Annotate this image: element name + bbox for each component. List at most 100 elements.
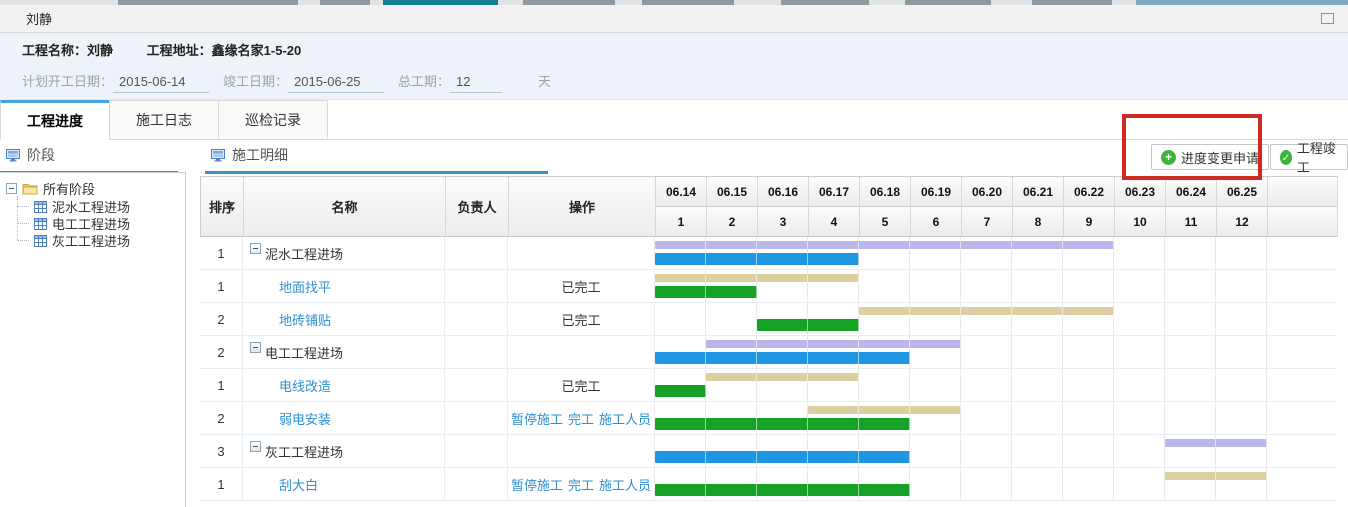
row-ops [508,336,655,368]
tree-item-1[interactable]: 泥水工程进场 [33,198,185,215]
gantt-row-cell [655,237,1267,269]
dialog-title: 刘静 [26,9,52,28]
finish-date-label: 竣工日期： [223,71,288,93]
row-name-cell: 刮大白 [243,468,445,500]
finish-date-field[interactable]: 2015-06-25 [288,74,384,93]
gantt-date-cell: 06.16 [758,177,809,207]
gantt-date-cell: 06.18 [860,177,911,207]
row-order: 1 [200,270,243,302]
row-name-cell: 泥水工程进场 [243,237,445,269]
restore-box-icon[interactable] [1321,13,1334,24]
table-row: 2地砖铺贴已完工 [200,303,1337,336]
project-name-value: 刘静 [87,43,113,58]
gantt-daynum-cell: 1 [656,207,707,237]
tab-3[interactable]: 巡检记录 [218,100,328,140]
table-row: 1电线改造已完工 [200,369,1337,402]
tab-1[interactable]: 工程进度 [0,100,110,140]
row-order: 2 [200,303,243,335]
tab-2[interactable]: 施工日志 [109,100,219,140]
op-link[interactable]: 完工 [568,475,594,494]
background-tab-fragment [1032,0,1112,5]
row-owner [445,402,508,434]
section-header-row: 阶段 施工明细 进度变更申请 工程竣工 [0,140,1348,172]
table-body: 1泥水工程进场1地面找平已完工2地砖铺贴已完工2电工工程进场1电线改造已完工2弱… [200,237,1337,501]
row-owner [445,270,508,302]
collapse-minus-icon[interactable] [250,441,261,452]
task-name-link[interactable]: 刮大白 [279,475,318,494]
dialog-window: 刘静 工程名称：刘静 工程地址：鑫缘名家1-5-20 计划开工日期： 2015-… [0,0,1348,507]
row-owner [445,303,508,335]
table-row: 2电工工程进场 [200,336,1337,369]
actual-bar [655,253,859,265]
gantt-daynum-cell: 9 [1064,207,1115,237]
op-link[interactable]: 施工人员 [599,409,651,428]
row-order: 1 [200,468,243,500]
gantt-date-cell: 06.15 [707,177,758,207]
op-link[interactable]: 完工 [568,409,594,428]
background-tab-fragment [118,0,298,5]
collapse-minus-icon[interactable] [250,243,261,254]
duration-field[interactable]: 12 [450,74,502,93]
row-name-cell: 地面找平 [243,270,445,302]
collapse-minus-icon[interactable] [6,183,17,194]
tree-root-item[interactable]: 所有阶段 [6,180,185,197]
gantt-filler [1267,402,1337,434]
plan-bar [1165,472,1267,480]
gantt-row-cell [655,435,1267,467]
monitor-icon [211,149,226,162]
row-ops: 暂停施工完工施工人员 [508,468,655,500]
row-name-cell: 弱电安装 [243,402,445,434]
check-circle-icon [1280,150,1292,165]
collapse-minus-icon[interactable] [250,342,261,353]
start-date-label: 计划开工日期： [22,71,113,93]
row-name-cell: 电线改造 [243,369,445,401]
row-order: 2 [200,402,243,434]
tree-item-2[interactable]: 电工工程进场 [33,215,185,232]
gantt-date-cell: 06.19 [911,177,962,207]
plan-bar [706,340,961,348]
background-header-bar [1136,0,1348,5]
gantt-row-cell [655,270,1267,302]
row-order: 1 [200,237,243,269]
row-owner [445,468,508,500]
address-value: 鑫缘名家1-5-20 [212,43,302,58]
start-date-field[interactable]: 2015-06-14 [113,74,209,93]
row-name-cell: 地砖铺贴 [243,303,445,335]
gantt-filler [1267,435,1337,467]
task-name-link[interactable]: 地面找平 [279,277,331,296]
dialog-titlebar: 刘静 [0,5,1348,33]
row-order: 1 [200,369,243,401]
gantt-row-cell [655,336,1267,368]
plan-bar [706,373,859,381]
gantt-row-cell [655,468,1267,500]
gantt-daynum-cell: 4 [809,207,860,237]
task-name-link[interactable]: 地砖铺贴 [279,310,331,329]
gantt-filler [1267,468,1337,500]
row-owner [445,435,508,467]
gantt-daynum-cell: 6 [911,207,962,237]
stage-section-header: 阶段 [0,143,178,174]
gantt-daynum-cell: 10 [1115,207,1166,237]
header-name: 名称 [244,177,446,237]
tree-item-3[interactable]: 灰工工程进场 [33,232,185,249]
background-tab-fragment [905,0,991,5]
gantt-date-cell: 06.20 [962,177,1013,207]
progress-change-request-button[interactable]: 进度变更申请 [1151,144,1269,170]
table-icon [34,218,47,230]
gantt-daynum-cell: 12 [1217,207,1268,237]
project-complete-button[interactable]: 工程竣工 [1270,144,1348,170]
task-name-link[interactable]: 弱电安装 [279,409,331,428]
op-link[interactable]: 暂停施工 [511,475,563,494]
progress-change-request-label: 进度变更申请 [1181,148,1259,167]
background-tab-fragment [320,0,370,5]
op-link[interactable]: 施工人员 [599,475,651,494]
row-order: 3 [200,435,243,467]
table-row: 2 弱电安装 暂停施工完工施工人员 [200,402,1337,435]
gantt-date-row: 06.1406.1506.1606.1706.1806.1906.2006.21… [656,177,1338,207]
group-name: 泥水工程进场 [265,244,343,263]
op-link[interactable]: 暂停施工 [511,409,563,428]
project-name-label: 工程名称： [22,43,87,58]
background-tab-fragment [642,0,734,5]
gantt-date-cell: 06.24 [1166,177,1217,207]
task-name-link[interactable]: 电线改造 [279,376,331,395]
